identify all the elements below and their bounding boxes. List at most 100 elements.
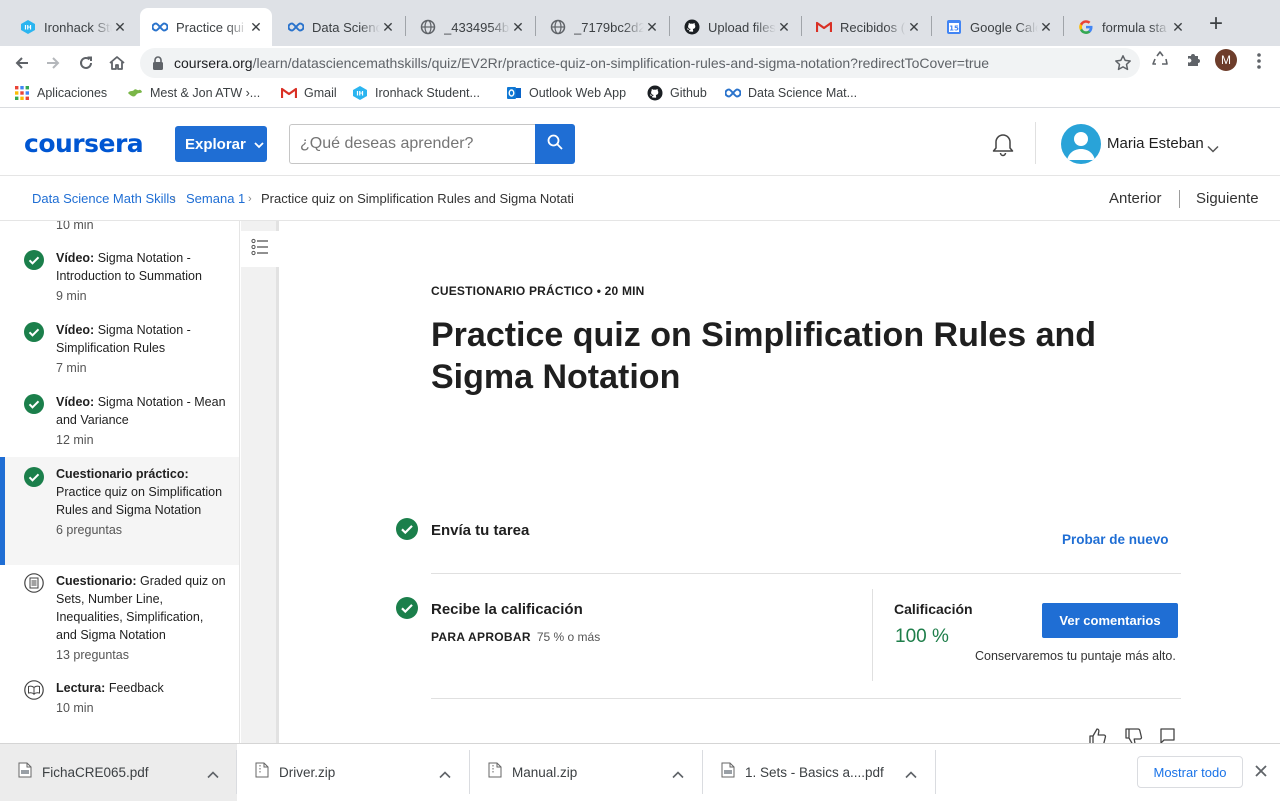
apps-grid-icon — [14, 85, 30, 101]
home-icon[interactable] — [104, 50, 130, 76]
show-all-downloads-button[interactable]: Mostrar todo — [1137, 756, 1243, 788]
browser-tab-gmail[interactable]: Recibidos ( ✕ — [804, 8, 930, 46]
bookmark-ironhack[interactable]: IH Ironhack Student... — [352, 85, 480, 101]
try-again-button[interactable]: Probar de nuevo — [1062, 532, 1169, 547]
user-avatar[interactable] — [1061, 124, 1101, 164]
forward-arrow-icon[interactable] — [40, 50, 66, 76]
sidebar-item-video-intro-summation[interactable]: Vídeo: Sigma Notation - Introduction to … — [0, 247, 239, 319]
tab-separator — [801, 16, 802, 36]
back-arrow-icon[interactable] — [9, 50, 35, 76]
highest-score-note: Conservaremos tu puntaje más alto. — [975, 649, 1176, 663]
new-tab-plus-icon[interactable]: + — [1204, 12, 1228, 37]
url-host: coursera.org — [174, 55, 253, 71]
bookmark-mest-jon[interactable]: Mest & Jon ATW ›... — [127, 85, 260, 101]
sidebar-item-practice-quiz[interactable]: Cuestionario práctico: Practice quiz on … — [0, 457, 239, 565]
pdf-file-icon — [721, 762, 735, 783]
bookmark-data-science[interactable]: Data Science Mat... — [725, 85, 857, 101]
user-name[interactable]: Maria Esteban — [1107, 135, 1204, 152]
coursera-logo[interactable]: coursera — [24, 129, 144, 158]
download-item[interactable]: Driver.zip — [237, 744, 469, 801]
next-link[interactable]: Siguiente — [1196, 190, 1259, 207]
sidebar-item-video-mean-variance[interactable]: Vídeo: Sigma Notation - Mean and Varianc… — [0, 391, 239, 457]
bookmark-github[interactable]: Github — [647, 85, 707, 101]
chevron-up-icon[interactable] — [207, 766, 219, 784]
tab-title: _4334954b — [444, 19, 510, 35]
bookmark-star-icon[interactable] — [1114, 54, 1132, 77]
more-menu-icon[interactable] — [1254, 50, 1264, 72]
chevron-up-icon[interactable] — [439, 766, 451, 784]
pass-label: PARA APROBAR — [431, 630, 531, 644]
thumbs-up-icon[interactable] — [1088, 727, 1108, 743]
chevron-up-icon[interactable] — [672, 766, 684, 784]
close-icon[interactable]: ✕ — [644, 19, 660, 35]
recycle-extension-icon[interactable] — [1152, 50, 1170, 73]
download-item[interactable]: Manual.zip — [470, 744, 702, 801]
close-icon[interactable]: ✕ — [776, 19, 792, 35]
download-shelf: FichaCRE065.pdf Driver.zip Manual.zip 1.… — [0, 743, 1280, 801]
flag-icon[interactable] — [1159, 727, 1177, 743]
svg-text:IH: IH — [356, 91, 363, 98]
view-feedback-button[interactable]: Ver comentarios — [1042, 603, 1178, 638]
close-icon[interactable]: ✕ — [112, 19, 128, 35]
bookmark-outlook[interactable]: Outlook Web App — [506, 85, 626, 101]
item-duration: 10 min — [56, 701, 94, 715]
notifications-bell-icon[interactable] — [990, 132, 1016, 163]
explore-button[interactable]: Explorar — [175, 126, 267, 162]
browser-tab-file-7179bc2[interactable]: _7179bc2d2 ✕ — [538, 8, 668, 46]
download-filename: 1. Sets - Basics a....pdf — [745, 765, 884, 780]
breadcrumb-course[interactable]: Data Science Math Skills — [32, 191, 176, 206]
tab-separator — [405, 16, 406, 36]
bookmark-label: Aplicaciones — [37, 86, 108, 100]
close-icon[interactable]: ✕ — [510, 19, 526, 35]
search-button[interactable] — [535, 124, 575, 164]
explore-label: Explorar — [185, 135, 246, 153]
thumbs-down-icon[interactable] — [1124, 727, 1144, 743]
breadcrumb: Data Science Math Skills › Semana 1 › Pr… — [0, 177, 1280, 221]
zip-file-icon — [488, 762, 502, 783]
close-icon[interactable]: ✕ — [1038, 19, 1054, 35]
coursera-infinity-icon — [725, 85, 741, 101]
sidebar-item-video-simplification[interactable]: Vídeo: Sigma Notation - Simplification R… — [0, 319, 239, 391]
tab-separator — [535, 16, 536, 36]
globe-icon — [550, 19, 566, 35]
lock-icon[interactable] — [152, 56, 164, 75]
breadcrumb-week[interactable]: Semana 1 — [186, 191, 245, 206]
ironhack-icon: IH — [352, 85, 368, 101]
download-item[interactable]: FichaCRE065.pdf — [0, 744, 237, 801]
sidebar-item-graded-quiz[interactable]: Cuestionario: Graded quiz on Sets, Numbe… — [0, 565, 239, 673]
chevron-down-icon[interactable] — [1207, 140, 1219, 158]
coursera-infinity-icon — [152, 19, 168, 35]
chevron-right-icon: › — [248, 193, 252, 205]
puzzle-extensions-icon[interactable] — [1185, 50, 1203, 73]
reload-icon[interactable] — [73, 50, 99, 76]
close-icon[interactable]: ✕ — [906, 19, 922, 35]
browser-tab-file-4334954[interactable]: _4334954b ✕ — [408, 8, 534, 46]
close-icon[interactable]: ✕ — [1170, 19, 1186, 35]
profile-avatar[interactable]: M — [1215, 49, 1237, 71]
toggle-outline-button[interactable] — [241, 231, 279, 267]
browser-tab-practice-quiz[interactable]: Practice qui ✕ — [140, 8, 272, 46]
browser-tab-google-search[interactable]: formula sta ✕ — [1066, 8, 1194, 46]
sidebar-item-text: Vídeo: Sigma Notation - Simplification R… — [56, 321, 226, 377]
previous-link[interactable]: Anterior — [1109, 190, 1162, 207]
browser-tab-google-calendar[interactable]: 15 Google Cale ✕ — [934, 8, 1062, 46]
browser-tab-data-science[interactable]: Data Scienc ✕ — [276, 8, 404, 46]
sidebar-item-reading-feedback[interactable]: Lectura: Feedback 10 min — [0, 673, 239, 733]
page-title: Practice quiz on Simplification Rules an… — [431, 316, 1097, 396]
close-icon[interactable] — [1254, 764, 1270, 780]
bookmark-label: Outlook Web App — [529, 86, 627, 100]
sidebar-item-text: Cuestionario: Graded quiz on Sets, Numbe… — [56, 572, 226, 664]
browser-tab-ironhack[interactable]: IH Ironhack Stu ✕ — [8, 8, 136, 46]
bookmark-apps[interactable]: Aplicaciones — [14, 85, 107, 101]
chevron-up-icon[interactable] — [905, 766, 917, 784]
close-icon[interactable]: ✕ — [248, 19, 264, 35]
bookmark-gmail[interactable]: Gmail — [281, 85, 337, 101]
download-separator — [935, 750, 936, 794]
browser-tab-github-upload[interactable]: Upload files ✕ — [672, 8, 800, 46]
search-input[interactable]: ¿Qué deseas aprender? — [289, 124, 535, 164]
close-icon[interactable]: ✕ — [380, 19, 396, 35]
item-type: Cuestionario: — [56, 574, 137, 588]
download-item[interactable]: 1. Sets - Basics a....pdf — [703, 744, 935, 801]
ironhack-icon: IH — [20, 19, 36, 35]
address-bar[interactable]: coursera.org/learn/datasciencemathskills… — [140, 48, 1140, 78]
